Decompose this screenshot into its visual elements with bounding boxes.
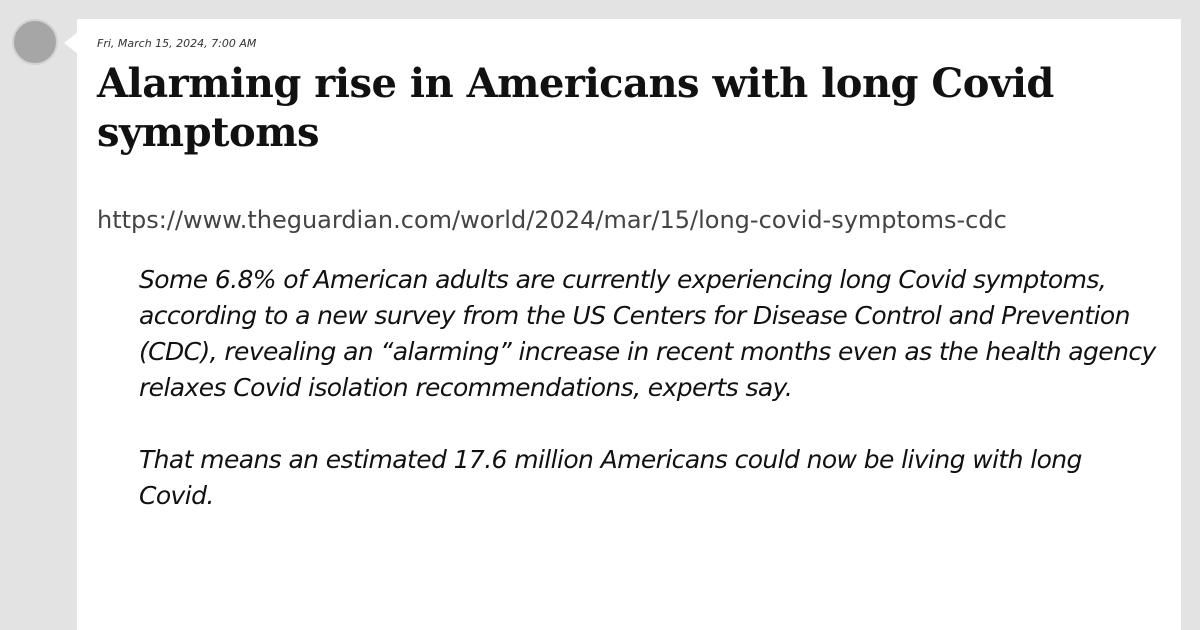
page: Fri, March 15, 2024, 7:00 AM Alarming ri… [0, 0, 1200, 630]
post-headline: Alarming rise in Americans with long Cov… [97, 60, 1054, 156]
post-card: Fri, March 15, 2024, 7:00 AM Alarming ri… [77, 19, 1181, 630]
quote-paragraph: That means an estimated 17.6 million Ame… [139, 445, 1082, 510]
avatar[interactable] [12, 19, 58, 65]
article-quote: Some 6.8% of American adults are current… [139, 262, 1161, 514]
article-link[interactable]: https://www.theguardian.com/world/2024/m… [97, 204, 1161, 236]
post-timestamp: Fri, March 15, 2024, 7:00 AM [97, 37, 257, 50]
quote-paragraph: Some 6.8% of American adults are current… [139, 265, 1156, 402]
speech-pointer [64, 32, 78, 54]
